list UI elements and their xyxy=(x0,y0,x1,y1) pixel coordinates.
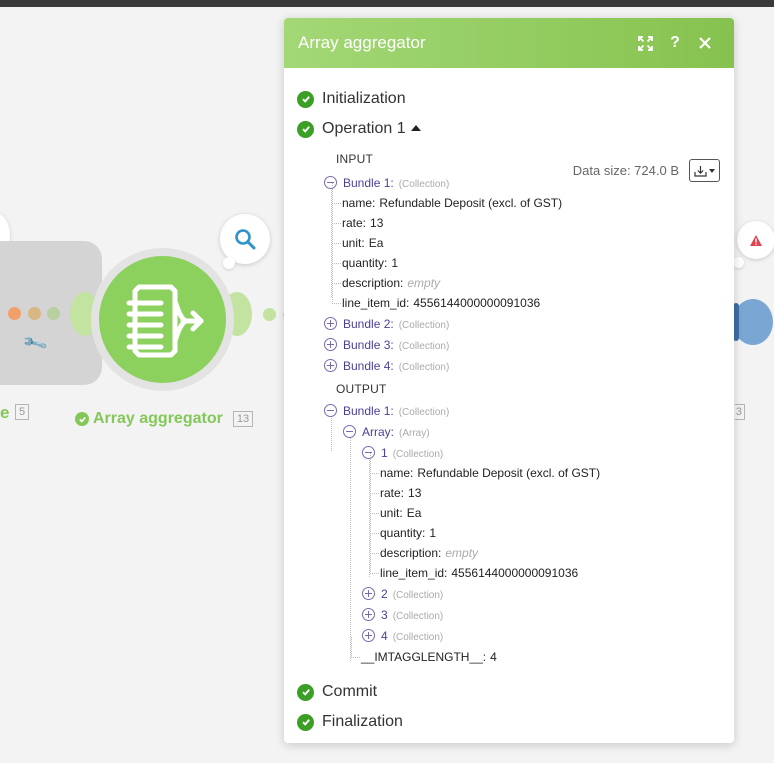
tree-field: line_item_id: 4556144000000091036 xyxy=(369,553,578,583)
array-aggregator-module[interactable] xyxy=(99,256,226,383)
tree-node-bundle-1[interactable]: Bundle 1: (Collection) xyxy=(324,173,449,193)
stage-label: Initialization xyxy=(322,90,406,107)
tree-field: quantity: 1 xyxy=(331,243,398,273)
tree-node-item-3[interactable]: 3 (Collection) xyxy=(362,605,443,625)
stage-finalization[interactable]: Finalization xyxy=(297,707,720,737)
tree-field: unit: Ea xyxy=(369,493,421,523)
expand-toggle-icon[interactable] xyxy=(362,608,375,621)
tree-field: name: Refundable Deposit (excl. of GST) xyxy=(369,453,600,483)
check-icon xyxy=(297,120,314,138)
stage-label: Finalization xyxy=(322,713,403,730)
previous-module-id: 5 xyxy=(15,404,30,420)
warning-icon xyxy=(750,234,762,246)
stage-label: Commit xyxy=(322,683,378,700)
tree-field-length: __IMTAGGLENGTH__: 4 xyxy=(351,637,497,667)
success-check-icon xyxy=(75,412,89,426)
tree-field: rate: 13 xyxy=(369,473,421,503)
execution-inspector-panel: Array aggregator ? Initialization Operat… xyxy=(284,18,734,743)
expand-toggle-icon[interactable] xyxy=(324,359,337,372)
tree-node-array[interactable]: Array: (Array) xyxy=(343,422,430,442)
panel-title: Array aggregator xyxy=(298,33,426,52)
module-label: Array aggregator 13 xyxy=(75,410,254,428)
output-section-label: OUTPUT xyxy=(336,382,387,396)
stage-initialization[interactable]: Initialization xyxy=(297,84,720,114)
collapse-toggle-icon[interactable] xyxy=(343,425,356,438)
next-module[interactable] xyxy=(733,299,773,345)
tree-node-item-4[interactable]: 4 (Collection) xyxy=(362,626,443,646)
collapse-toggle-icon[interactable] xyxy=(324,404,337,417)
check-icon xyxy=(297,90,314,108)
check-icon xyxy=(297,713,314,731)
tree-field: description: empty xyxy=(369,533,478,563)
connector-dot xyxy=(263,308,276,321)
search-icon xyxy=(235,229,256,250)
tree-node-bundle-4[interactable]: Bundle 4: (Collection) xyxy=(324,356,449,376)
warning-bubble-tail xyxy=(733,257,744,268)
stage-operation[interactable]: Operation 1 xyxy=(297,114,720,144)
stage-commit[interactable]: Commit xyxy=(297,677,720,707)
module-id: 13 xyxy=(232,411,254,427)
expand-toggle-icon[interactable] xyxy=(362,629,375,642)
tree-node-bundle-3[interactable]: Bundle 3: (Collection) xyxy=(324,335,449,355)
warning-bubble[interactable] xyxy=(737,221,774,259)
top-bar xyxy=(0,0,774,7)
route-dot-green xyxy=(47,307,60,320)
panel-body: Initialization Operation 1 Data size: 72… xyxy=(284,68,734,737)
tree-field: unit: Ea xyxy=(331,223,383,253)
bubble-tail xyxy=(223,257,235,269)
array-aggregator-icon xyxy=(126,284,203,357)
expand-toggle-icon[interactable] xyxy=(362,587,375,600)
tree-field: description: empty xyxy=(331,263,440,293)
module-name: Array aggregator xyxy=(93,410,223,427)
expand-toggle-icon[interactable] xyxy=(324,338,337,351)
tree-field: line_item_id: 4556144000000091036 xyxy=(331,283,540,313)
route-dot-tan xyxy=(28,307,41,320)
collapse-caret-icon[interactable] xyxy=(410,125,421,131)
output-tree: Bundle 1: (Collection) Array: (Array) 1 (Co… xyxy=(297,401,720,677)
stage-label: Operation 1 xyxy=(322,120,406,137)
tree-node-item-2[interactable]: 2 (Collection) xyxy=(362,584,443,604)
expand-icon[interactable] xyxy=(630,35,660,51)
tree-field: name: Refundable Deposit (excl. of GST) xyxy=(331,183,562,213)
route-dot-orange xyxy=(8,307,21,320)
previous-module-label: e xyxy=(0,403,10,422)
expand-toggle-icon[interactable] xyxy=(324,317,337,330)
check-icon xyxy=(297,683,314,701)
tree-node-output-bundle-1[interactable]: Bundle 1: (Collection) xyxy=(324,401,449,421)
panel-header: Array aggregator ? xyxy=(284,18,734,68)
tree-field: quantity: 1 xyxy=(369,513,436,543)
help-icon[interactable]: ? xyxy=(660,34,690,52)
tree-field: rate: 13 xyxy=(331,203,383,233)
input-tree: Bundle 1: (Collection) name: Refundable De… xyxy=(297,171,720,378)
next-module-id: 3 xyxy=(735,404,745,420)
tree-node-bundle-2[interactable]: Bundle 2: (Collection) xyxy=(324,314,449,334)
close-icon[interactable] xyxy=(690,37,720,49)
